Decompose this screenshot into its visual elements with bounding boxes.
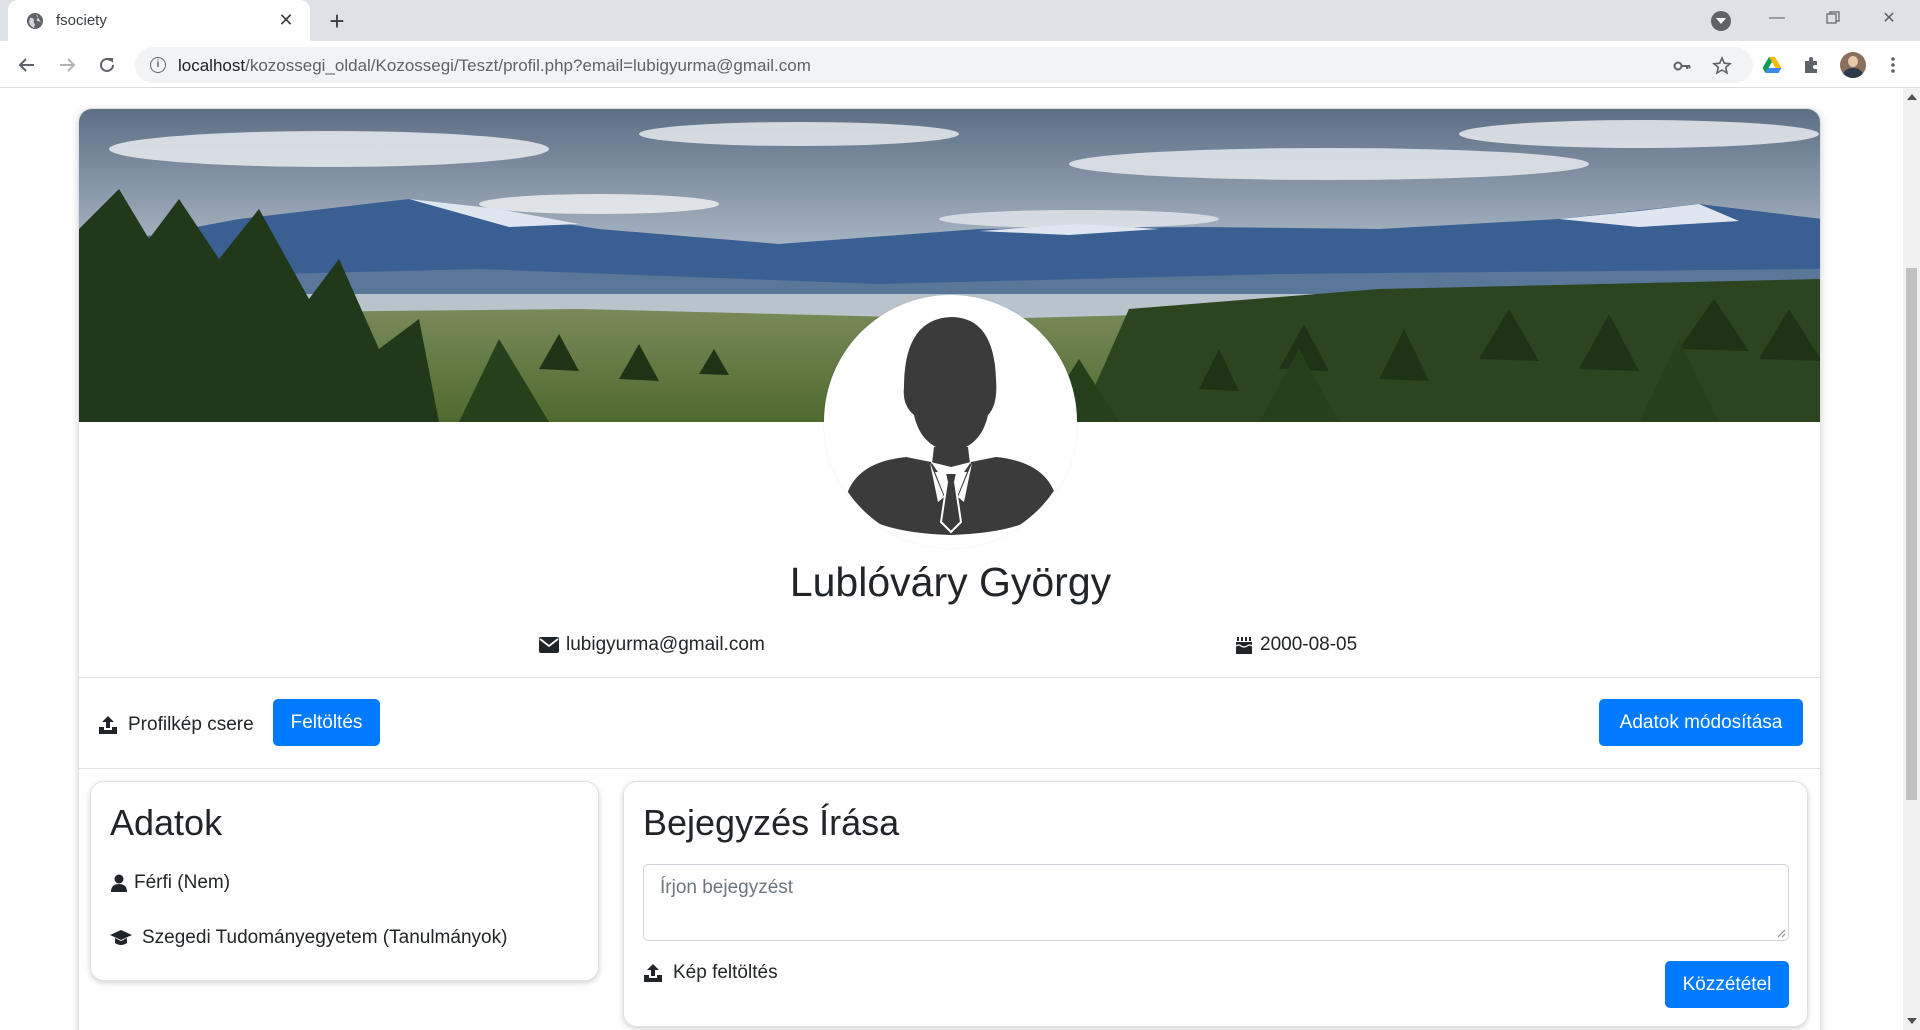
user-avatar-icon[interactable]	[1839, 51, 1867, 79]
data-card: Adatok Férfi (Nem) Szegedi Tudományegyet…	[90, 781, 599, 981]
post-card-title: Bejegyzés Írása	[643, 802, 900, 843]
user-icon	[110, 874, 128, 892]
globe-icon	[27, 12, 43, 29]
site-info-icon[interactable]: i	[150, 57, 166, 73]
upload-icon	[643, 963, 663, 983]
image-upload-label[interactable]: Kép feltöltés	[643, 962, 778, 984]
google-drive-icon[interactable]	[1758, 51, 1786, 79]
profile-card: Lublóváry György lubigyurma@gmail.com 20…	[78, 108, 1821, 1030]
edit-data-button[interactable]: Adatok módosítása	[1599, 699, 1803, 746]
tab-title: fsociety	[56, 12, 107, 29]
page-scrollbar[interactable]	[1903, 88, 1920, 1030]
menu-kebab-icon[interactable]	[1879, 51, 1907, 79]
address-bar[interactable]: i localhost/kozossegi_oldal/Kozossegi/Te…	[135, 47, 1753, 83]
email-row: lubigyurma@gmail.com	[539, 634, 765, 656]
divider	[79, 677, 1820, 678]
browser-tab[interactable]: fsociety ✕	[8, 0, 310, 41]
browser-tabstrip: fsociety ✕ + — ✕	[0, 0, 1920, 41]
birthday-cake-icon	[1235, 636, 1253, 654]
scroll-up-arrow-icon[interactable]	[1907, 94, 1917, 100]
scroll-down-arrow-icon[interactable]	[1907, 1018, 1917, 1024]
graduation-cap-icon	[110, 930, 132, 946]
bookmark-star-icon[interactable]	[1711, 55, 1733, 77]
gender-item: Férfi (Nem)	[110, 872, 230, 894]
scroll-thumb[interactable]	[1906, 268, 1917, 800]
upload-icon	[98, 715, 118, 735]
password-key-icon[interactable]	[1671, 55, 1693, 77]
email-text: lubigyurma@gmail.com	[566, 634, 765, 655]
browser-toolbar: i localhost/kozossegi_oldal/Kozossegi/Te…	[0, 41, 1920, 88]
profile-name: Lublóváry György	[789, 559, 1112, 605]
profile-picture	[826, 297, 1075, 546]
envelope-icon	[539, 637, 559, 653]
profile-pic-upload-label[interactable]: Profilkép csere	[98, 714, 254, 736]
page-viewport: Lublóváry György lubigyurma@gmail.com 20…	[0, 88, 1920, 1030]
forward-icon[interactable]	[51, 49, 83, 81]
url-text: localhost/kozossegi_oldal/Kozossegi/Tesz…	[178, 56, 811, 75]
studies-item: Szegedi Tudományegyetem (Tanulmányok)	[110, 927, 507, 949]
tab-search-icon[interactable]	[1711, 11, 1731, 31]
extensions-puzzle-icon[interactable]	[1797, 51, 1825, 79]
birthdate-row: 2000-08-05	[1235, 634, 1357, 656]
new-tab-icon[interactable]: +	[324, 6, 350, 36]
close-window-icon[interactable]: ✕	[1861, 0, 1917, 36]
upload-profile-pic-button[interactable]: Feltöltés	[273, 699, 380, 746]
back-icon[interactable]	[11, 49, 43, 81]
birthdate-text: 2000-08-05	[1260, 634, 1358, 655]
resize-grip-icon[interactable]	[1776, 928, 1786, 938]
minimize-icon[interactable]: —	[1749, 0, 1805, 36]
post-card: Bejegyzés Írása Írjon bejegyzést Kép fel…	[623, 781, 1808, 1027]
post-textarea[interactable]: Írjon bejegyzést	[643, 864, 1789, 941]
close-tab-icon[interactable]: ✕	[276, 10, 296, 31]
reload-icon[interactable]	[91, 49, 123, 81]
publish-button[interactable]: Közzététel	[1665, 961, 1789, 1008]
restore-icon[interactable]	[1805, 0, 1861, 36]
data-card-title: Adatok	[110, 802, 223, 843]
divider	[79, 768, 1820, 769]
